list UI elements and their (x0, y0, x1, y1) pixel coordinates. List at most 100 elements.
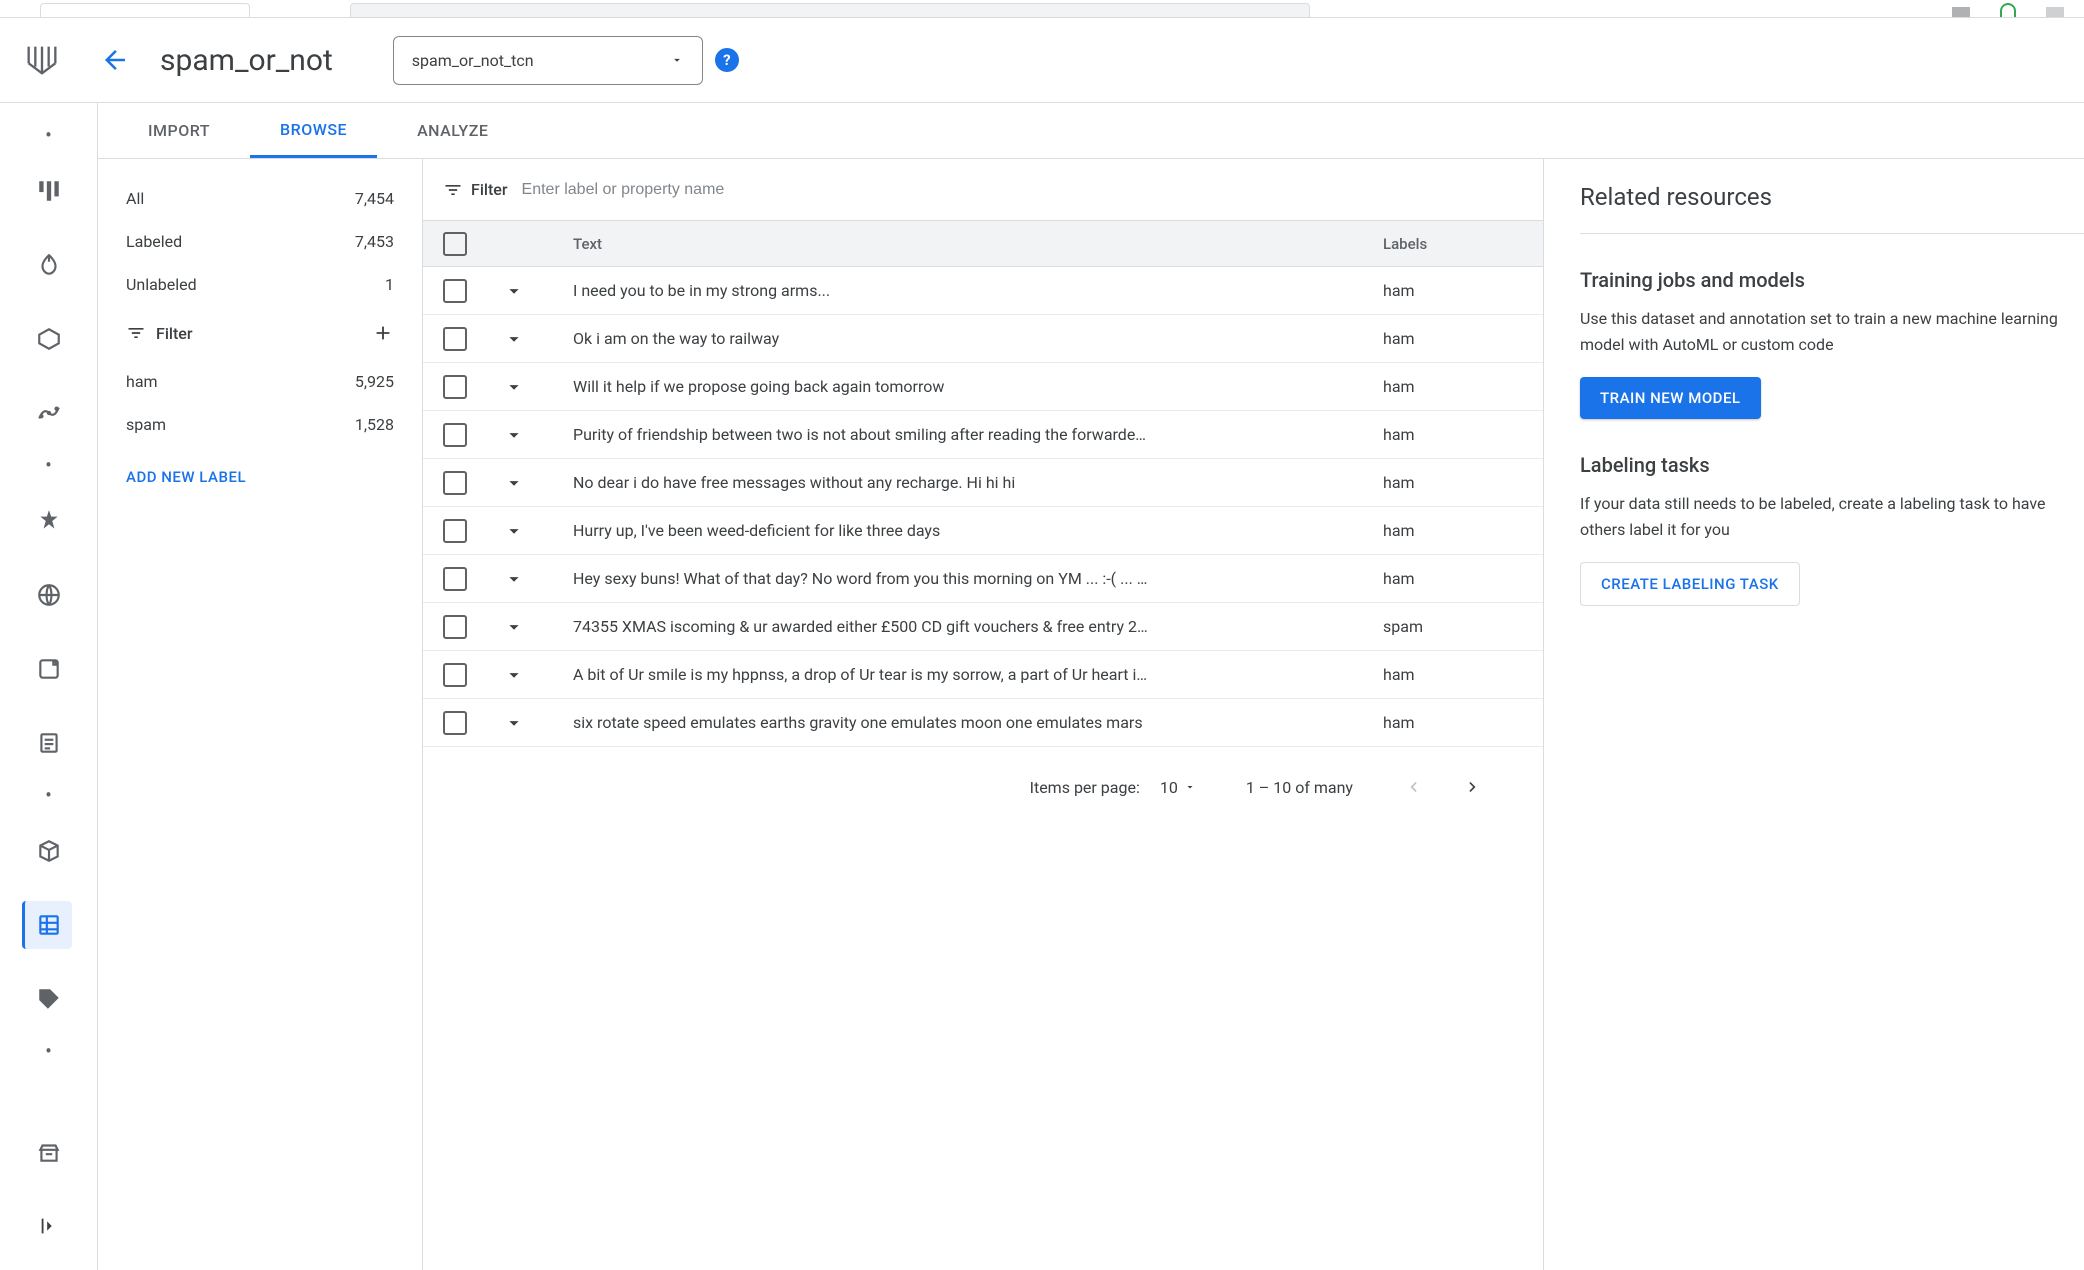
stat-labeled-label: Labeled (126, 232, 182, 251)
row-text: Ok i am on the way to railway (573, 329, 1383, 348)
expand-row-icon[interactable] (503, 616, 573, 638)
label-name: ham (126, 372, 158, 391)
help-icon[interactable]: ? (715, 48, 739, 72)
row-checkbox[interactable] (443, 615, 467, 639)
create-labeling-task-button[interactable]: CREATE LABELING TASK (1580, 562, 1800, 606)
items-per-page-select[interactable]: 10 (1160, 778, 1196, 797)
rail-item-pipelines[interactable] (24, 241, 74, 289)
top-shell (0, 0, 2084, 18)
expand-row-icon[interactable] (503, 472, 573, 494)
rail-collapse-icon[interactable] (24, 1202, 74, 1250)
row-text: Purity of friendship between two is not … (573, 425, 1383, 444)
global-search[interactable] (350, 3, 1310, 17)
table-row[interactable]: Hey sexy buns! What of that day? No word… (423, 555, 1543, 603)
trial-status-icon[interactable] (2000, 3, 2016, 17)
expand-row-icon[interactable] (503, 664, 573, 686)
page-range: 1 – 10 of many (1246, 778, 1353, 797)
training-section-title: Training jobs and models (1580, 268, 2084, 292)
rail-item-batch[interactable] (24, 645, 74, 693)
rail-separator: • (24, 463, 74, 471)
row-text: Hurry up, I've been weed-deficient for l… (573, 521, 1383, 540)
prev-page-button[interactable] (1403, 777, 1423, 797)
back-arrow-icon[interactable] (100, 45, 130, 75)
rail-item-labeling[interactable] (24, 975, 74, 1023)
row-checkbox[interactable] (443, 711, 467, 735)
filter-header: Filter (98, 306, 422, 360)
label-row-spam[interactable]: spam 1,528 (98, 403, 422, 446)
table-row[interactable]: Ok i am on the way to railwayham (423, 315, 1543, 363)
tab-import[interactable]: IMPORT (118, 103, 240, 158)
train-new-model-button[interactable]: TRAIN NEW MODEL (1580, 377, 1761, 419)
rail-separator: • (24, 133, 74, 141)
related-resources-title: Related resources (1580, 183, 2084, 234)
row-text: I need you to be in my strong arms... (573, 281, 1383, 300)
caret-down-icon (670, 53, 684, 67)
table-filter-label: Filter (471, 180, 508, 199)
row-checkbox[interactable] (443, 567, 467, 591)
rail-item-metadata[interactable] (24, 719, 74, 767)
table-row[interactable]: I need you to be in my strong arms...ham (423, 267, 1543, 315)
table-row[interactable]: Purity of friendship between two is not … (423, 411, 1543, 459)
next-page-button[interactable] (1463, 777, 1483, 797)
expand-row-icon[interactable] (503, 424, 573, 446)
rail-item-datasets[interactable] (22, 901, 72, 949)
table-filter-input[interactable] (522, 181, 922, 199)
annotation-set-select[interactable]: spam_or_not_tcn (393, 36, 703, 85)
col-header-text: Text (573, 235, 1383, 253)
shell-icon[interactable] (1952, 7, 1970, 17)
add-new-label-button[interactable]: ADD NEW LABEL (98, 446, 422, 508)
rail-item-notebooks[interactable] (24, 315, 74, 363)
rail-item-endpoints[interactable] (24, 571, 74, 619)
expand-row-icon[interactable] (503, 712, 573, 734)
tab-browse[interactable]: BROWSE (250, 103, 377, 158)
row-checkbox[interactable] (443, 423, 467, 447)
table-row[interactable]: A bit of Ur smile is my hppnss, a drop o… (423, 651, 1543, 699)
rail-item-dashboard[interactable] (24, 167, 74, 215)
col-header-labels: Labels (1383, 235, 1523, 253)
rail-item-marketplace[interactable] (24, 1128, 74, 1176)
row-checkbox[interactable] (443, 327, 467, 351)
rail-item-features[interactable] (24, 827, 74, 875)
rail-item-experiments[interactable] (24, 389, 74, 437)
row-text: No dear i do have free messages without … (573, 473, 1383, 492)
training-section-text: Use this dataset and annotation set to t… (1580, 306, 2084, 357)
stat-all[interactable]: All 7,454 (98, 177, 422, 220)
table-row[interactable]: six rotate speed emulates earths gravity… (423, 699, 1543, 747)
row-checkbox[interactable] (443, 519, 467, 543)
shell-icon-2[interactable] (2046, 7, 2064, 17)
label-row-ham[interactable]: ham 5,925 (98, 360, 422, 403)
filter-heading: Filter (156, 324, 193, 343)
table-filter-bar: Filter (423, 159, 1543, 221)
row-checkbox[interactable] (443, 663, 467, 687)
table-header-row: Text Labels (423, 221, 1543, 267)
data-table-area: Filter Text Labels I need you to be in m… (423, 159, 1544, 1270)
tab-analyze[interactable]: ANALYZE (387, 103, 518, 158)
service-icon[interactable] (22, 40, 62, 80)
page-title: spam_or_not (160, 43, 333, 78)
stat-unlabeled[interactable]: Unlabeled 1 (98, 263, 422, 306)
expand-row-icon[interactable] (503, 376, 573, 398)
table-row[interactable]: Hurry up, I've been weed-deficient for l… (423, 507, 1543, 555)
add-filter-icon[interactable] (372, 322, 394, 344)
expand-row-icon[interactable] (503, 568, 573, 590)
expand-row-icon[interactable] (503, 280, 573, 302)
labeling-section-text: If your data still needs to be labeled, … (1580, 491, 2084, 542)
row-checkbox[interactable] (443, 279, 467, 303)
row-checkbox[interactable] (443, 471, 467, 495)
page-header: spam_or_not spam_or_not_tcn ? (0, 18, 2084, 103)
table-row[interactable]: No dear i do have free messages without … (423, 459, 1543, 507)
rail-separator: • (24, 1049, 74, 1057)
filter-list-icon (443, 180, 463, 200)
expand-row-icon[interactable] (503, 328, 573, 350)
select-all-checkbox[interactable] (443, 232, 467, 256)
expand-row-icon[interactable] (503, 520, 573, 542)
table-row[interactable]: 74355 XMAS iscoming & ur awarded either … (423, 603, 1543, 651)
row-text: Will it help if we propose going back ag… (573, 377, 1383, 396)
stat-labeled[interactable]: Labeled 7,453 (98, 220, 422, 263)
items-per-page-value: 10 (1160, 778, 1178, 797)
table-row[interactable]: Will it help if we propose going back ag… (423, 363, 1543, 411)
rail-item-models[interactable] (24, 497, 74, 545)
rail-separator: • (24, 793, 74, 801)
project-selector[interactable] (40, 3, 250, 17)
row-checkbox[interactable] (443, 375, 467, 399)
